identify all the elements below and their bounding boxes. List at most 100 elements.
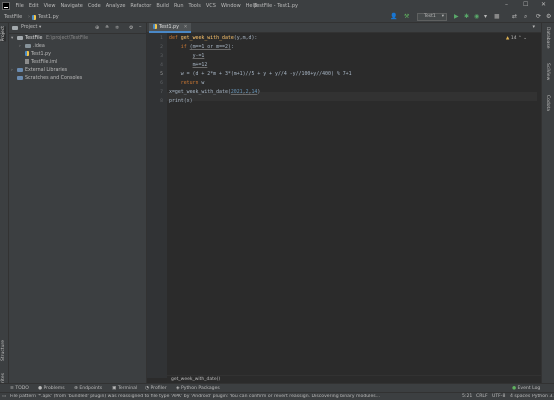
tab-problems[interactable]: ● Problems: [38, 385, 65, 392]
code-line: def get_week_with_date(y,m,d):: [169, 35, 258, 41]
tab-label: Problems: [43, 386, 65, 391]
run-configuration-select[interactable]: Test1 ▾: [417, 13, 447, 21]
event-log-label: Event Log: [517, 386, 541, 391]
tab-label: Endpoints: [79, 386, 103, 391]
left-tool-strip: Project Structure Favorites: [0, 23, 9, 393]
tree-item-external-libraries[interactable]: › External Libraries: [11, 67, 67, 75]
tab-codota[interactable]: Codota: [545, 95, 550, 111]
breadcrumb-project[interactable]: TestFile: [4, 14, 22, 20]
tab-todo[interactable]: ≡ TODO: [10, 385, 29, 392]
tree-item-label: Scratches and Consoles: [25, 76, 83, 81]
warning-icon: ▲: [505, 36, 510, 41]
line-number: 8: [160, 99, 163, 104]
minimize-button[interactable]: –: [505, 2, 508, 8]
more-run-icon[interactable]: ▾: [484, 14, 487, 20]
editor-tab-test1[interactable]: Test1.py ✕: [149, 23, 192, 33]
breadcrumb-file[interactable]: Test1.py: [38, 14, 59, 20]
project-panel: Project ▾ ⊕ ≚ ≑ ⚙ – ▾ TestFile E:\project…: [9, 23, 147, 383]
title-bar: File Edit View Navigate Code Analyze Ref…: [0, 0, 554, 11]
tab-label: TODO: [15, 386, 29, 391]
tab-project[interactable]: Project: [1, 26, 6, 42]
expand-all-icon[interactable]: ≚: [105, 25, 109, 31]
right-tool-strip: Database SciView Codota: [541, 23, 554, 383]
code-line: print(x): [169, 98, 193, 104]
event-log-button[interactable]: ● Event Log: [512, 385, 540, 392]
locate-icon[interactable]: ⊕: [95, 25, 99, 31]
caret-position[interactable]: 5:21: [462, 394, 472, 400]
python-interpreter[interactable]: Python 3.9: [532, 394, 554, 400]
tab-terminal[interactable]: ▣ Terminal: [112, 385, 137, 392]
status-bar: ▭ File pattern '*.apk' (from 'bundled' p…: [0, 392, 554, 400]
line-number: 6: [160, 81, 163, 86]
collapse-all-icon[interactable]: ≑: [115, 25, 119, 31]
menu-tools[interactable]: Tools: [186, 3, 203, 9]
menu-refactor[interactable]: Refactor: [128, 3, 154, 9]
hide-panel-icon[interactable]: –: [139, 24, 142, 30]
tree-item-test1-py[interactable]: Test1.py: [25, 51, 51, 59]
python-file-icon: [153, 24, 157, 29]
code-line: m+=12: [192, 62, 208, 68]
maximize-button[interactable]: ☐: [523, 2, 528, 8]
chevron-down-icon[interactable]: ▾: [39, 25, 41, 30]
tree-item-project-root[interactable]: ▾ TestFile E:\project\TestFile: [11, 35, 88, 43]
python-file-icon: [32, 15, 36, 20]
coverage-icon[interactable]: ◉: [474, 14, 479, 20]
stop-icon[interactable]: ■: [494, 14, 500, 20]
line-number: 4: [160, 63, 163, 68]
line-number-gutter: 1 2 3 4 5 6 7 8: [147, 33, 167, 378]
settings-icon[interactable]: ⚙: [546, 14, 551, 20]
menu-analyze[interactable]: Analyze: [103, 3, 128, 9]
tree-item-label: .idea: [33, 44, 45, 49]
line-number: 3: [160, 54, 163, 59]
run-icon[interactable]: ▶: [454, 14, 459, 20]
code-line: x=get_week_with_date(2021,2,14): [169, 89, 261, 95]
menu-vcs[interactable]: VCS: [203, 3, 218, 9]
inspection-widget[interactable]: ▲ 14 ⌃ ⌄: [506, 36, 527, 41]
gear-icon[interactable]: ⚙: [129, 25, 133, 31]
menu-window[interactable]: Window: [218, 3, 243, 9]
line-number: 2: [160, 45, 163, 50]
tab-label: Python Packages: [181, 386, 220, 391]
code-line: y-=1: [192, 53, 205, 59]
tab-database[interactable]: Database: [545, 27, 550, 48]
tab-endpoints[interactable]: ⊛ Endpoints: [74, 385, 102, 392]
update-icon[interactable]: ⟳: [536, 14, 541, 20]
git-icon[interactable]: ⇄: [512, 14, 517, 20]
tab-profiler[interactable]: ◔ Profiler: [145, 385, 167, 392]
menu-run[interactable]: Run: [171, 3, 186, 9]
tab-sciview[interactable]: SciView: [545, 63, 550, 80]
debug-icon[interactable]: ✱: [464, 14, 469, 20]
menu-file[interactable]: File: [13, 3, 26, 9]
editor-breadcrumb[interactable]: get_week_with_date(): [167, 375, 541, 383]
tree-item-scratches[interactable]: Scratches and Consoles: [17, 75, 82, 83]
menu-edit[interactable]: Edit: [26, 3, 41, 9]
close-button[interactable]: ✕: [541, 2, 546, 8]
iml-file-icon: [25, 59, 29, 64]
tree-item-label: TestFile.iml: [31, 60, 58, 65]
build-hammer-icon[interactable]: ⚒: [404, 14, 409, 20]
folder-icon: [17, 35, 23, 40]
line-separator[interactable]: CRLF: [476, 394, 488, 400]
menu-code[interactable]: Code: [85, 3, 103, 9]
indent-setting[interactable]: 4 spaces: [510, 394, 530, 400]
project-view-select[interactable]: Project: [21, 25, 37, 30]
python-file-icon: [25, 51, 29, 56]
tree-item-iml[interactable]: TestFile.iml: [25, 59, 57, 67]
search-icon[interactable]: ⌕: [524, 14, 527, 20]
tree-item-idea[interactable]: › .idea: [19, 43, 45, 51]
file-encoding[interactable]: UTF-8: [492, 394, 505, 400]
menu-build[interactable]: Build: [154, 3, 172, 9]
pycharm-logo-icon: [2, 1, 10, 10]
user-icon[interactable]: 👤: [390, 14, 397, 20]
tab-structure[interactable]: Structure: [1, 340, 6, 361]
menu-view[interactable]: View: [41, 3, 58, 9]
code-line: return w: [180, 80, 205, 86]
close-tab-icon[interactable]: ✕: [183, 25, 187, 30]
code-line: if (m==1 or m==2):: [180, 44, 234, 50]
chevron-up-icon: ⌃: [518, 36, 522, 41]
menu-navigate[interactable]: Navigate: [58, 3, 85, 9]
tab-list-icon[interactable]: ▾: [532, 24, 535, 30]
tab-python-packages[interactable]: ◈ Python Packages: [176, 385, 220, 392]
run-config-label: Test1: [424, 14, 436, 19]
status-message[interactable]: File pattern '*.apk' (from 'bundled' plu…: [10, 394, 400, 400]
